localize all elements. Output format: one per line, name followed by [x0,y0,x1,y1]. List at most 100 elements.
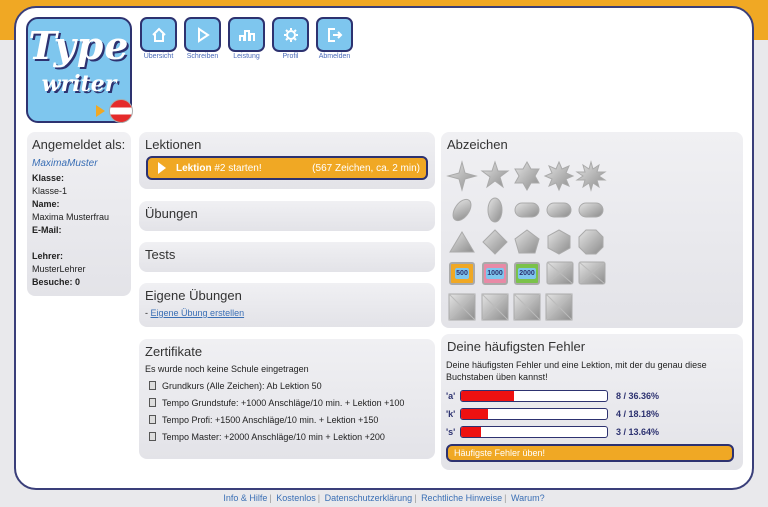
certificate-item: Grundkurs (Alle Zeichen): Ab Lektion 50 [149,377,435,394]
octagon-badge-icon [578,229,604,255]
practice-errors-button[interactable]: Häufigste Fehler üben! [446,444,734,462]
badges-panel: Abzeichen 500 1000 2000 [441,132,743,328]
play-icon [96,105,105,117]
footer-link-free[interactable]: Kostenlos [276,493,316,503]
footer-link-privacy[interactable]: Datenschutzerklärung [325,493,413,503]
nav-logout[interactable]: Abmelden [316,17,353,63]
square-badge-icon [513,293,541,321]
lesson-detail: (567 Zeichen, ca. 2 min) [312,162,420,174]
pentagon-badge-icon [514,229,540,254]
lessons-title: Lektionen [145,137,202,152]
star5-badge-icon [480,160,510,189]
document-icon [149,432,156,441]
typewriter-logo[interactable]: Type writer [26,17,133,123]
chart-icon[interactable] [228,17,265,52]
certificate-item: Tempo Master: +2000 Anschläge/10 min + L… [149,428,435,445]
lesson-prefix: Lektion [176,162,212,174]
nav-performance[interactable]: Leistung [228,17,265,63]
error-row: 'a' 8 / 36.36% [446,390,660,402]
create-own-exercise-link[interactable]: Eigene Übung erstellen [151,308,245,318]
triangle-badge-icon [449,231,475,253]
exercises-panel[interactable]: Übungen [139,201,435,231]
oval-tilted-badge-icon [452,198,472,222]
certificates-note: Es wurde noch keine Schule eingetragen [145,364,309,374]
play-icon[interactable] [184,17,221,52]
pill-badge-icon [514,202,540,218]
score-badge-2000: 2000 [514,262,540,285]
own-exercises-row: - Eigene Übung erstellen [139,308,435,318]
teacher-label: Lehrer: [32,251,64,261]
badge-grid [446,160,607,321]
document-icon [149,398,156,407]
class-label: Klasse: [32,173,65,183]
square-badge-icon [481,293,509,321]
frequent-errors-panel: Deine häufigsten Fehler Deine häufigsten… [441,334,743,470]
exercises-title[interactable]: Übungen [139,201,435,226]
username: MaximaMuster [32,158,98,169]
certificate-item: Tempo Grundstufe: +1000 Anschläge/10 min… [149,394,435,411]
tests-title[interactable]: Tests [139,242,435,267]
nav-write[interactable]: Schreiben [184,17,221,63]
visits-label: Besuche: [32,277,73,287]
document-icon [149,415,156,424]
badges-title: Abzeichen [447,137,508,152]
error-row: 'k' 4 / 18.18% [446,408,660,420]
own-exercises-title: Eigene Übungen [145,288,242,303]
certificates-panel: Zertifikate Es wurde noch keine Schule e… [139,339,435,459]
score-badge-500: 500 [449,262,475,285]
star10-badge-icon [575,160,607,192]
error-bar [460,408,608,420]
logo-text-line2: writer [41,71,117,97]
document-icon [149,381,156,390]
star6-badge-icon [514,160,540,192]
diamond-badge-icon [482,229,508,255]
home-icon[interactable] [140,17,177,52]
hexagon-badge-icon [547,229,571,255]
own-exercises-panel: Eigene Übungen - Eigene Übung erstellen [139,283,435,327]
star4-badge-icon [446,160,478,192]
star8-badge-icon [543,160,575,192]
footer-links: Info & Hilfe | Kostenlos | Datenschutzerkl… [223,493,545,503]
footer-link-legal[interactable]: Rechtliche Hinweise [421,493,502,503]
pill-badge-icon [546,202,572,218]
error-bar [460,390,608,402]
austria-flag-icon[interactable] [109,99,133,123]
email-label: E-Mail: [32,225,62,235]
footer-link-info[interactable]: Info & Hilfe [223,493,267,503]
errors-title: Deine häufigsten Fehler [447,339,586,354]
logo-text-line1: Type [28,23,130,68]
main-frame: Type writer Übersicht Schreiben Leistung… [14,6,754,490]
certificates-title: Zertifikate [145,344,203,359]
locked-score-badge-icon [546,261,574,285]
user-info-panel: Angemeldet als: MaximaMuster Klasse: Kla… [27,132,131,296]
tests-panel[interactable]: Tests [139,242,435,272]
visits-value: 0 [75,277,81,287]
bullet-dash: - [145,308,148,318]
score-badge-1000: 1000 [482,262,508,285]
lessons-panel: Lektionen Lektion #2 starten! (567 Zeich… [139,132,435,189]
teacher-value: MusterLehrer [32,264,86,274]
start-lesson-button[interactable]: Lektion #2 starten! (567 Zeichen, ca. 2 … [146,156,428,180]
nav-profile[interactable]: Profil [272,17,309,63]
nav-logout-label: Abmelden [318,53,351,60]
lesson-number: #2 starten! [214,162,262,174]
logout-icon[interactable] [316,17,353,52]
square-badge-icon [448,293,476,321]
play-icon [158,162,166,174]
oval-vertical-badge-icon [487,197,503,223]
errors-description: Deine häufigsten Fehler und eine Lektion… [446,360,707,382]
certificate-item: Tempo Profi: +1500 Anschläge/10 min. + L… [149,411,435,428]
error-bar [460,426,608,438]
name-value: Maxima Musterfrau [32,212,110,222]
gear-icon[interactable] [272,17,309,52]
pill-badge-icon [578,202,604,218]
locked-score-badge-icon [578,261,606,285]
email-value [32,237,126,250]
nav-overview[interactable]: Übersicht [140,17,177,63]
error-row: 's' 3 / 13.64% [446,426,660,438]
square-badge-icon [545,293,573,321]
footer-link-why[interactable]: Warum? [511,493,545,503]
class-value: Klasse-1 [32,186,68,196]
name-label: Name: [32,199,60,209]
user-info-title: Angemeldet als: [32,137,126,152]
